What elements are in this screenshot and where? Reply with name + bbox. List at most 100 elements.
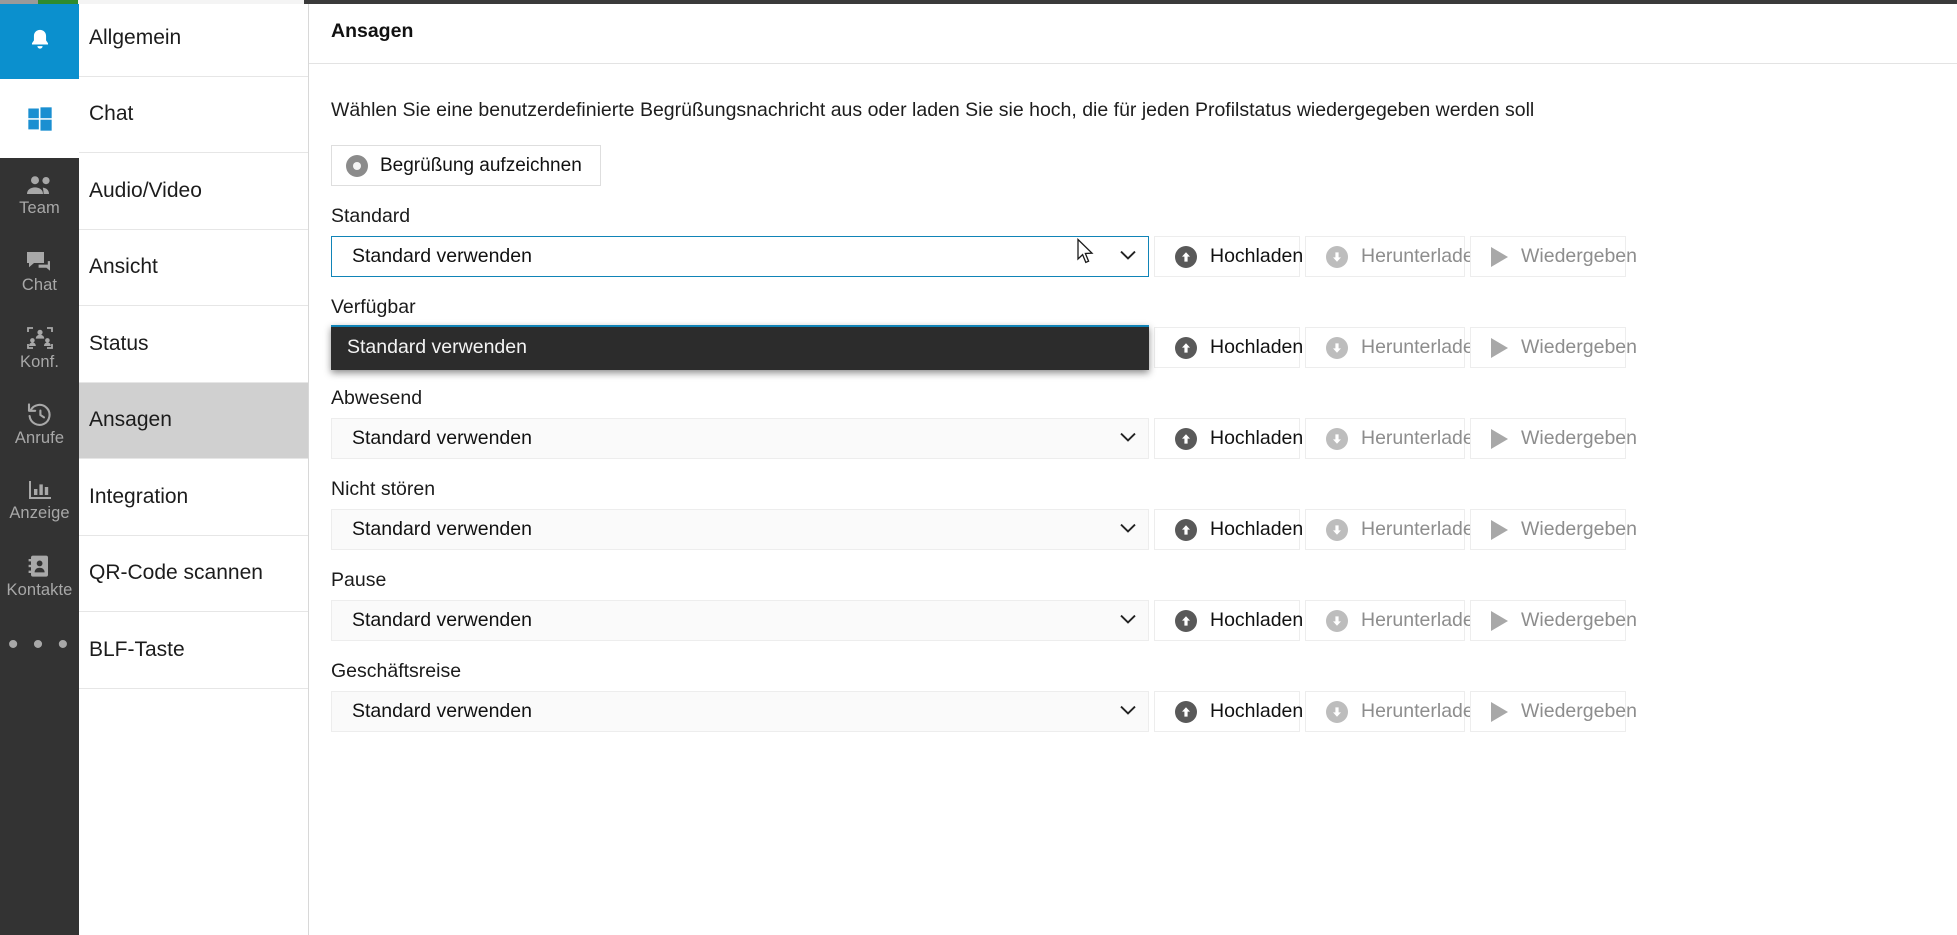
app-window: Team Chat Konf. Anrufe Anzeige Kontakte … bbox=[0, 0, 1957, 935]
mouse-cursor bbox=[1076, 237, 1096, 271]
bar-chart-icon bbox=[26, 478, 54, 502]
play-button[interactable]: Wiedergeben bbox=[1470, 600, 1637, 641]
page-title: Ansagen bbox=[331, 20, 414, 42]
download-circle-icon bbox=[1326, 245, 1348, 268]
play-button[interactable]: Wiedergeben bbox=[1470, 236, 1637, 277]
upload-button[interactable]: Hochladen bbox=[1154, 327, 1303, 368]
sidebar-item-integration[interactable]: Integration bbox=[79, 459, 308, 536]
top-edge-seg-grey bbox=[0, 0, 38, 4]
sidebar-item-label: Ansagen bbox=[89, 408, 172, 432]
sidebar-item-label: Allgemein bbox=[89, 25, 182, 49]
play-button-label: Wiedergeben bbox=[1521, 518, 1637, 540]
play-button[interactable]: Wiedergeben bbox=[1470, 418, 1637, 459]
record-greeting-label: Begrüßung aufzeichnen bbox=[380, 154, 582, 176]
top-edge-seg-green bbox=[38, 0, 78, 4]
rail-item-display[interactable]: Anzeige bbox=[0, 462, 79, 538]
rail-item-contacts[interactable]: Kontakte bbox=[0, 538, 79, 614]
play-button-label: Wiedergeben bbox=[1521, 700, 1637, 722]
sidebar-item-ansicht[interactable]: Ansicht bbox=[79, 229, 308, 306]
rail-item-label: Anzeige bbox=[9, 504, 70, 522]
upload-button[interactable]: Hochladen bbox=[1154, 691, 1304, 732]
play-triangle-icon bbox=[1491, 337, 1508, 358]
play-triangle-icon bbox=[1491, 519, 1508, 540]
announcement-select[interactable]: Standard verwenden bbox=[331, 691, 1149, 732]
sidebar-item-audio-video[interactable]: Audio/Video bbox=[79, 153, 308, 230]
conference-icon bbox=[25, 325, 55, 351]
windows-logo-icon bbox=[26, 105, 54, 133]
sidebar-item-allgemein[interactable]: Allgemein bbox=[79, 0, 308, 77]
upload-circle-icon bbox=[1175, 427, 1197, 450]
row-label: Pause bbox=[331, 569, 387, 591]
rail-item-conference[interactable]: Konf. bbox=[0, 310, 79, 386]
rail-item-label: Anrufe bbox=[14, 429, 65, 447]
sidebar-item-chat[interactable]: Chat bbox=[79, 76, 308, 153]
row-label: Abwesend bbox=[331, 387, 423, 409]
sidebar-item-blf-taste[interactable]: BLF-Taste bbox=[79, 612, 308, 689]
record-greeting-button[interactable]: Begrüßung aufzeichnen bbox=[331, 145, 601, 186]
download-button[interactable]: Herunterladen bbox=[1305, 509, 1485, 550]
more-dots-icon: • • • bbox=[7, 628, 72, 661]
download-circle-icon bbox=[1326, 700, 1348, 723]
play-button[interactable]: Wiedergeben bbox=[1470, 327, 1637, 368]
upload-button-label: Hochladen bbox=[1210, 700, 1304, 722]
bell-icon bbox=[27, 26, 53, 54]
sidebar-item-label: Chat bbox=[89, 102, 134, 126]
play-button[interactable]: Wiedergeben bbox=[1470, 691, 1637, 732]
upload-circle-icon bbox=[1175, 336, 1197, 359]
upload-button[interactable]: Hochladen bbox=[1154, 418, 1304, 459]
announcement-row: Standard Standard verwenden Hochladen He… bbox=[331, 205, 1957, 277]
sidebar-item-qr-code[interactable]: QR-Code scannen bbox=[79, 535, 308, 612]
rail-item-calls[interactable]: Anrufe bbox=[0, 386, 79, 462]
download-button[interactable]: Herunterladen bbox=[1305, 236, 1485, 277]
upload-button[interactable]: Hochladen bbox=[1154, 509, 1304, 550]
announcement-row: Geschäftsreise Standard verwenden Hochla… bbox=[331, 660, 1957, 732]
people-icon bbox=[25, 175, 55, 197]
rail-item-notifications[interactable] bbox=[0, 0, 79, 79]
row-label: Nicht stören bbox=[331, 478, 436, 500]
download-button[interactable]: Herunterladen bbox=[1305, 600, 1485, 641]
sidebar-item-status[interactable]: Status bbox=[79, 306, 308, 383]
upload-button-label: Hochladen bbox=[1210, 609, 1304, 631]
rail-item-label: Team bbox=[19, 199, 60, 217]
play-triangle-icon bbox=[1491, 701, 1508, 722]
rail-item-label: Chat bbox=[21, 276, 58, 294]
rail-item-windows[interactable] bbox=[0, 79, 79, 158]
dropdown-option[interactable]: Standard verwenden bbox=[331, 329, 1149, 366]
announcement-select[interactable]: Standard verwenden bbox=[331, 236, 1149, 277]
download-button[interactable]: Herunterladen bbox=[1305, 418, 1485, 459]
upload-button[interactable]: Hochladen bbox=[1154, 600, 1304, 641]
play-button-label: Wiedergeben bbox=[1521, 245, 1637, 267]
window-top-edge bbox=[0, 0, 1957, 4]
announcement-select-value: Standard verwenden bbox=[331, 509, 1149, 550]
sidebar-item-label: Integration bbox=[89, 484, 189, 508]
announcement-dropdown-list[interactable]: Standard verwenden bbox=[331, 325, 1149, 370]
announcement-select-value: Standard verwenden bbox=[331, 418, 1149, 459]
rail-item-chat[interactable]: Chat bbox=[0, 234, 79, 310]
rail-item-more[interactable]: • • • bbox=[0, 614, 79, 676]
row-label: Verfügbar bbox=[331, 296, 416, 318]
download-button[interactable]: Herunterladen bbox=[1305, 691, 1485, 732]
announcement-row: Nicht stören Standard verwenden Hochlade… bbox=[331, 478, 1957, 550]
rail-item-label: Konf. bbox=[19, 353, 60, 371]
upload-button[interactable]: Hochladen bbox=[1154, 236, 1303, 277]
announcement-select[interactable]: Standard verwenden bbox=[331, 600, 1149, 641]
download-circle-icon bbox=[1326, 427, 1348, 450]
play-triangle-icon bbox=[1491, 610, 1508, 631]
panel-header: Ansagen bbox=[309, 0, 1957, 64]
icon-rail: Team Chat Konf. Anrufe Anzeige Kontakte … bbox=[0, 0, 79, 935]
sidebar-item-label: BLF-Taste bbox=[89, 637, 185, 661]
contact-card-icon bbox=[27, 553, 53, 579]
download-button[interactable]: Herunterladen bbox=[1305, 327, 1485, 368]
announcement-select[interactable]: Standard verwenden bbox=[331, 418, 1149, 459]
sidebar-item-ansagen[interactable]: Ansagen bbox=[79, 382, 308, 459]
download-circle-icon bbox=[1326, 518, 1348, 541]
upload-button-label: Hochladen bbox=[1210, 518, 1304, 540]
play-triangle-icon bbox=[1491, 428, 1508, 449]
play-button[interactable]: Wiedergeben bbox=[1470, 509, 1637, 550]
announcement-select[interactable]: Standard verwenden bbox=[331, 509, 1149, 550]
upload-circle-icon bbox=[1175, 700, 1197, 723]
rail-item-team[interactable]: Team bbox=[0, 158, 79, 234]
call-history-icon bbox=[26, 401, 54, 427]
upload-circle-icon bbox=[1175, 518, 1197, 541]
upload-button-label: Hochladen bbox=[1210, 427, 1304, 449]
